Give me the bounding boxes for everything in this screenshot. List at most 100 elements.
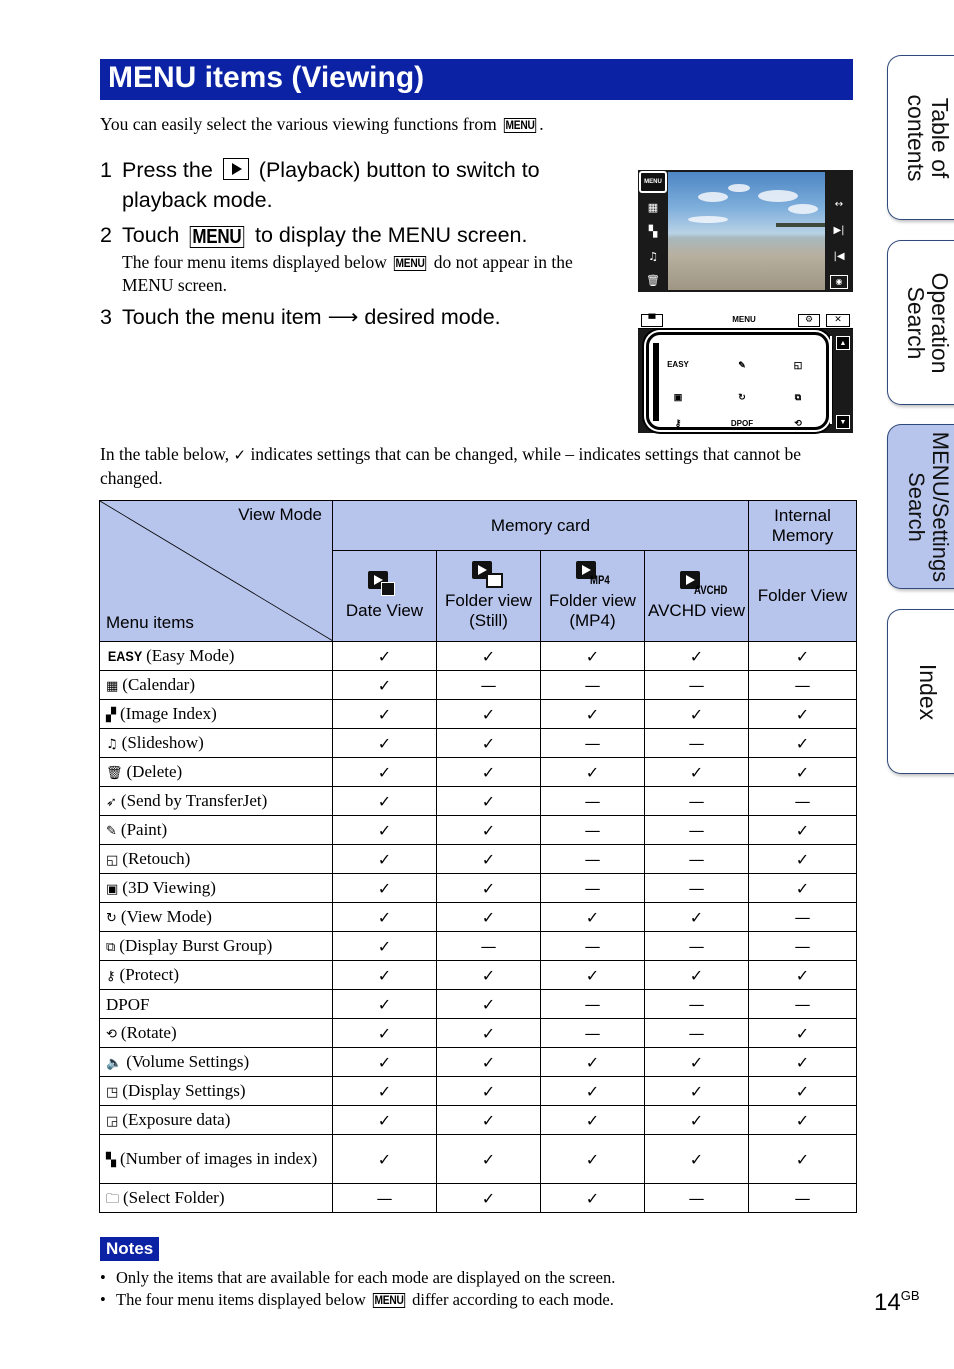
- check-mark: ✓: [644, 757, 749, 787]
- zoom-arrows-icon[interactable]: ↔: [829, 199, 849, 211]
- check-mark: ✓: [436, 641, 541, 671]
- menu-item-cell: ▣ (3D Viewing): [99, 873, 333, 903]
- side-tab-label: Operation Search: [902, 271, 953, 374]
- menu-item-label: (Send by TransferJet): [120, 790, 268, 810]
- paint-icon[interactable]: ✎: [727, 359, 757, 371]
- previous-icon[interactable]: |◀: [829, 251, 849, 263]
- intro-sentence: You can easily select the various viewin…: [100, 114, 497, 134]
- check-mark: ✓: [332, 989, 437, 1019]
- menu-item-cell: ▦ (Calendar): [99, 670, 333, 700]
- menu-item-icon: ▚: [106, 1152, 116, 1168]
- protect-icon[interactable]: ⚷: [663, 417, 693, 429]
- dash-mark: —: [540, 931, 645, 961]
- table-row: 🗑 (Delete) ✓ ✓ ✓ ✓ ✓: [99, 757, 857, 787]
- close-button[interactable]: ✕: [826, 314, 850, 327]
- view-mode-label: View Mode: [238, 505, 322, 524]
- step-3: 3 Touch the menu item ⟶ desired mode.: [100, 302, 600, 332]
- check-mark: ✓: [540, 757, 645, 787]
- menu-item-dpof[interactable]: DPOF: [727, 418, 757, 430]
- left-toolbar: MENU ▦ ▚ ♫ 🗑: [638, 170, 668, 292]
- burst-group-icon[interactable]: ⧉: [783, 391, 813, 403]
- check-mark: ✓: [332, 1047, 437, 1077]
- dash-mark: —: [748, 989, 857, 1019]
- check-mark: ✓: [332, 1134, 437, 1184]
- check-mark: ✓: [436, 844, 541, 874]
- menu-item-label: (Exposure data): [122, 1109, 231, 1129]
- check-mark: ✓: [540, 1076, 645, 1106]
- menu-item-cell: ⟲ (Rotate): [99, 1018, 333, 1048]
- side-tab-menu-settings-search[interactable]: MENU/Settings Search: [887, 424, 954, 589]
- menu-item-icon: ⧉: [106, 939, 116, 955]
- delete-icon[interactable]: 🗑: [646, 275, 660, 287]
- menu-item-icon: EASY: [107, 648, 143, 664]
- scroll-up-button[interactable]: ▲: [836, 336, 850, 350]
- column-label: Folder view (Still): [445, 591, 532, 631]
- table-row: ◱ (Retouch) ✓ ✓ — — ✓: [99, 844, 857, 874]
- slideshow-icon[interactable]: ♫: [646, 251, 660, 263]
- check-mark: ✓: [748, 960, 857, 990]
- check-mark: ✓: [748, 757, 857, 787]
- column-label: Folder view (MP4): [549, 591, 636, 631]
- dash-mark: —: [644, 931, 749, 961]
- view-mode-icon[interactable]: ↻: [727, 391, 757, 403]
- page-number: 14GB: [874, 1288, 920, 1317]
- check-mark: ✓: [644, 1134, 749, 1184]
- menu-item-cell: 🔈 (Volume Settings): [99, 1047, 333, 1077]
- table-row: ⚷ (Protect) ✓ ✓ ✓ ✓ ✓: [99, 960, 857, 990]
- menu-button[interactable]: MENU: [639, 171, 667, 193]
- menu-item-label: (View Mode): [120, 906, 212, 926]
- menu-item-cell: 🗀 (Select Folder): [99, 1183, 333, 1213]
- menu-item-icon: ◲: [106, 1113, 119, 1129]
- menu-item-icon: ⟲: [106, 1026, 117, 1042]
- note-item: The four menu items displayed below MENU…: [100, 1289, 615, 1311]
- check-mark: ✓: [644, 902, 749, 932]
- dash-mark: —: [644, 844, 749, 874]
- page-suffix: GB: [900, 1288, 920, 1303]
- menu-item-label: DPOF: [106, 994, 150, 1014]
- menu-item-cell: ⧉ (Display Burst Group): [99, 931, 333, 961]
- date-view-icon: [367, 571, 402, 599]
- image-index-icon[interactable]: ▚: [646, 226, 660, 238]
- scrollbar-track[interactable]: [830, 336, 832, 424]
- check-mark: ✓: [436, 1076, 541, 1106]
- side-tab-label: MENU/Settings Search: [903, 431, 953, 582]
- table-row: ▚ (Number of images in index) ✓ ✓ ✓ ✓ ✓: [99, 1134, 857, 1184]
- menu-button-icon: MENU: [503, 118, 537, 133]
- menu-items-label: Menu items: [106, 613, 194, 632]
- menu-item-easy[interactable]: EASY: [663, 359, 693, 371]
- check-mark: ✓: [436, 728, 541, 758]
- retouch-icon[interactable]: ◱: [783, 359, 813, 371]
- menu-item-cell: DPOF: [99, 989, 333, 1019]
- memory-card-header: Memory card: [332, 499, 749, 552]
- page-title: MENU items (Viewing): [108, 61, 425, 94]
- side-tab-index[interactable]: Index: [887, 609, 954, 774]
- menu-items-table: View Mode Menu items Memory card Interna…: [99, 499, 857, 1213]
- dash-mark: —: [644, 1183, 749, 1213]
- page-number-value: 14: [874, 1289, 901, 1316]
- menu-item-icon: 🔈: [106, 1055, 123, 1071]
- check-mark: ✓: [332, 844, 437, 874]
- side-tab-operation-search[interactable]: Operation Search: [887, 240, 954, 405]
- legend-text: In the table below,: [100, 444, 230, 464]
- menu-button-icon: MENU: [190, 226, 245, 248]
- check-mark: ✓: [332, 1018, 437, 1048]
- rotate-icon[interactable]: ⟲: [783, 417, 813, 429]
- dash-mark: —: [748, 902, 857, 932]
- check-icon: ✓: [233, 446, 247, 464]
- toolbox-icon[interactable]: ▀: [641, 314, 663, 327]
- table-row: ⧉ (Display Burst Group) ✓ — — — —: [99, 931, 857, 961]
- camera-icon[interactable]: ◉: [830, 275, 848, 289]
- check-mark: ✓: [748, 1076, 857, 1106]
- dash-mark: —: [540, 670, 645, 700]
- check-mark: ✓: [748, 641, 857, 671]
- gear-icon[interactable]: ⚙: [798, 314, 820, 327]
- next-icon[interactable]: ▶|: [829, 225, 849, 237]
- calendar-icon[interactable]: ▦: [646, 202, 660, 214]
- check-mark: ✓: [436, 960, 541, 990]
- side-tab-table-of-contents[interactable]: Table of contents: [887, 55, 954, 220]
- scroll-down-button[interactable]: ▼: [836, 415, 850, 429]
- check-mark: ✓: [332, 960, 437, 990]
- table-row: ▦ (Calendar) ✓ — — — —: [99, 670, 857, 700]
- table-row: ⟲ (Rotate) ✓ ✓ — — ✓: [99, 1018, 857, 1048]
- 3d-viewing-icon[interactable]: ▣: [663, 391, 693, 403]
